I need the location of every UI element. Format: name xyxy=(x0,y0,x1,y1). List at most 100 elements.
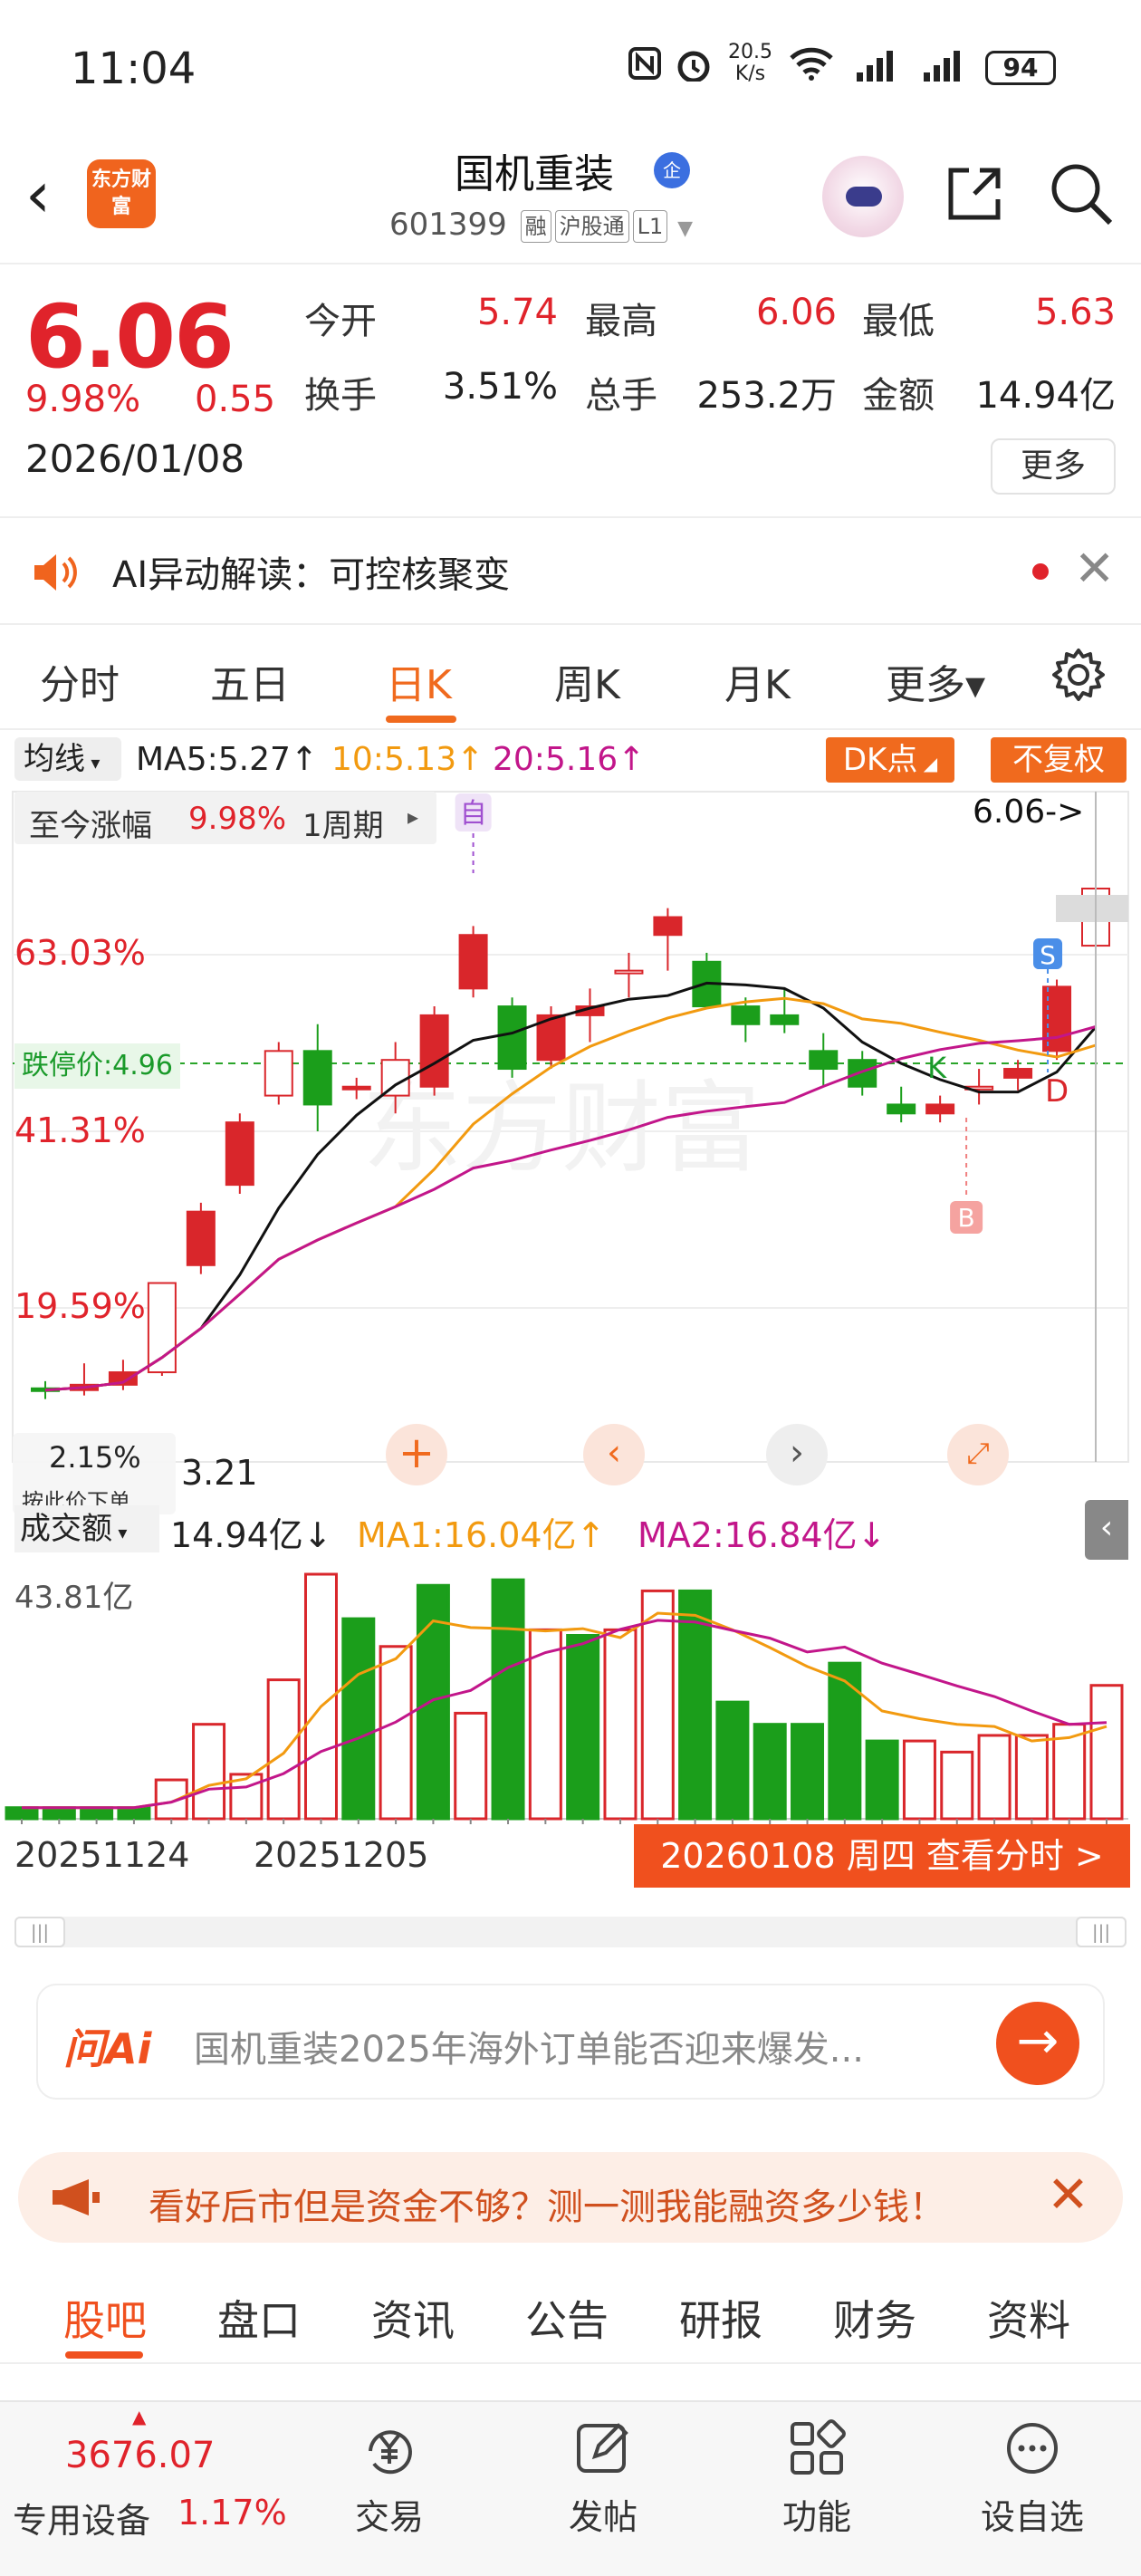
volume-label: 总手 xyxy=(585,375,657,417)
scroll-handle-right[interactable]: ||| xyxy=(1076,1917,1127,1947)
speaker-icon xyxy=(34,554,77,591)
volume-bar xyxy=(192,1723,226,1821)
ma5-line xyxy=(44,981,1098,1392)
volume-select[interactable]: 成交额 ▾ xyxy=(14,1505,159,1552)
more-button[interactable]: 更多 xyxy=(991,438,1116,495)
chevron-right-icon: ▸ xyxy=(408,804,419,830)
close-icon[interactable]: ✕ xyxy=(1074,542,1115,596)
ask-ai-question: 国机重装2025年海外订单能否迎来爆发... xyxy=(194,2029,864,2071)
signal-icon-2 xyxy=(924,51,960,82)
price-tag-bar xyxy=(1056,895,1128,922)
nav-functions[interactable]: 功能 xyxy=(753,2417,880,2539)
next-button[interactable]: › xyxy=(766,1424,828,1485)
volume-bar xyxy=(454,1711,488,1821)
nav-watchlist[interactable]: 设自选 xyxy=(969,2417,1096,2539)
tab-profile[interactable]: 资料 xyxy=(987,2288,1070,2348)
scroll-handle-left[interactable]: ||| xyxy=(14,1917,65,1947)
close-icon[interactable]: ✕ xyxy=(1047,2167,1089,2225)
tab-research[interactable]: 研报 xyxy=(679,2288,762,2348)
nfc-icon xyxy=(628,47,661,80)
stock-code-row[interactable]: 601399 融沪股通 L1 ▼ xyxy=(389,207,693,243)
tab-forum[interactable]: 股吧 xyxy=(63,2288,147,2348)
view-intraday-button[interactable]: 20260108 周四 查看分时 > xyxy=(634,1824,1130,1888)
ai-assistant-icon[interactable] xyxy=(822,156,904,237)
gain-summary[interactable]: 至今涨幅 9.98% 1周期 ▸ xyxy=(14,792,436,844)
ma-legend-row: 均线 ▾ MA5:5.27↑ 10:5.13↑ 20:5.16↑ DK点 ◢ 不… xyxy=(0,732,1141,783)
dk-point-button[interactable]: DK点 ◢ xyxy=(826,737,954,783)
volume-ma2: MA2:16.84亿↓ xyxy=(638,1515,887,1555)
app-logo: 东方财富 xyxy=(87,159,156,228)
more-dots-icon xyxy=(1007,2423,1058,2474)
search-icon[interactable] xyxy=(1047,159,1116,228)
active-tab-indicator xyxy=(386,716,456,723)
limit-down-label: 跌停价:4.96 xyxy=(14,1043,180,1089)
adjust-button[interactable]: 不复权 xyxy=(991,737,1127,783)
candle-body xyxy=(302,1050,332,1106)
share-icon[interactable] xyxy=(942,161,1007,226)
fullscreen-icon[interactable]: ⤢ xyxy=(947,1424,1009,1485)
high-label: 最高 xyxy=(585,301,657,342)
nav-post[interactable]: 发帖 xyxy=(540,2417,666,2539)
volume-bar xyxy=(791,1723,825,1821)
ai-insight-bar[interactable]: AI异动解读：可控核聚变 ✕ xyxy=(0,516,1141,625)
low-value: 5.63 xyxy=(1034,292,1116,333)
k-mark: K xyxy=(927,1051,947,1085)
volume-bar xyxy=(5,1806,39,1821)
arrow-right-icon[interactable]: → xyxy=(996,2002,1079,2085)
volume-bar xyxy=(715,1700,750,1821)
volume-bar xyxy=(977,1734,1012,1821)
signal-icon xyxy=(857,51,893,82)
tab-weekly-k[interactable]: 周K xyxy=(554,652,620,710)
gear-icon[interactable] xyxy=(1050,647,1107,703)
financing-banner[interactable]: 看好后市但是资金不够？测一测我能融资多少钱！ ✕ xyxy=(18,2152,1123,2243)
bottom-pct: 2.15% xyxy=(49,1440,141,1475)
status-time: 11:04 xyxy=(71,43,197,94)
back-icon[interactable]: ‹ xyxy=(25,163,51,226)
tab-monthly-k[interactable]: 月K xyxy=(724,652,791,710)
order-price-widget[interactable]: 2.15% 按此价下单 xyxy=(13,1433,176,1514)
tab-more[interactable]: 更多▾ xyxy=(886,652,985,710)
tab-market[interactable]: 盘口 xyxy=(217,2288,301,2348)
b-mark: B xyxy=(958,1203,975,1233)
volume-bar xyxy=(42,1806,76,1821)
tag-margin: 融 xyxy=(520,209,551,243)
grid-icon xyxy=(791,2419,846,2475)
chart-scrollbar[interactable]: ||| ||| xyxy=(14,1917,1127,1947)
collapse-panel-button[interactable]: ‹ xyxy=(1085,1500,1128,1560)
volume-bar xyxy=(902,1739,936,1821)
tab-five-day[interactable]: 五日 xyxy=(210,652,290,710)
candle-body xyxy=(809,1050,839,1071)
candle-body xyxy=(341,1085,371,1091)
zoom-in-button[interactable]: + xyxy=(386,1424,447,1485)
amount-value: 14.94亿 xyxy=(975,375,1116,417)
candle-body xyxy=(614,969,644,975)
ai-insight-text: AI异动解读：可控核聚变 xyxy=(112,554,511,596)
ask-ai-bar[interactable]: 问Ai 国机重装2025年海外订单能否迎来爆发... → xyxy=(36,1984,1105,2100)
tab-news[interactable]: 资讯 xyxy=(371,2288,455,2348)
volume-bar xyxy=(940,1750,974,1821)
volume-bar xyxy=(379,1645,413,1821)
tab-finance[interactable]: 财务 xyxy=(833,2288,916,2348)
sector-change: 1.17% xyxy=(177,2493,287,2533)
level-41: 41.31% xyxy=(14,1110,146,1150)
prev-button[interactable]: ‹ xyxy=(583,1424,645,1485)
tab-daily-k[interactable]: 日K xyxy=(386,652,452,710)
nav-trade[interactable]: 交易 xyxy=(326,2417,453,2539)
turnover-value: 3.51% xyxy=(442,366,558,408)
indicator-select[interactable]: 均线 ▾ xyxy=(14,737,121,781)
volume-max-label: 43.81亿 xyxy=(14,1580,134,1616)
tab-intraday[interactable]: 分时 xyxy=(40,652,120,710)
bottom-nav: ▲ 3676.07 专用设备 1.17% 交易 发帖 功能 设自选 xyxy=(0,2400,1141,2576)
ask-ai-logo: 问Ai xyxy=(63,2024,152,2073)
kline-chart[interactable]: 东方财富 自 S B K D xyxy=(0,783,1141,1824)
low-label: 最低 xyxy=(862,301,935,342)
price-pointer: 6.06-> xyxy=(973,793,1085,831)
tab-announcement[interactable]: 公告 xyxy=(525,2288,609,2348)
header: ‹ 东方财富 国机重装 企 601399 融沪股通 L1 ▼ xyxy=(0,136,1141,263)
volume-bar xyxy=(117,1806,151,1821)
sector-index-value[interactable]: 3676.07 xyxy=(65,2435,215,2476)
sector-name[interactable]: 专用设备 xyxy=(13,2493,150,2542)
yen-icon xyxy=(369,2430,412,2475)
candle-body xyxy=(653,916,683,937)
stock-name: 国机重装 xyxy=(455,151,614,197)
